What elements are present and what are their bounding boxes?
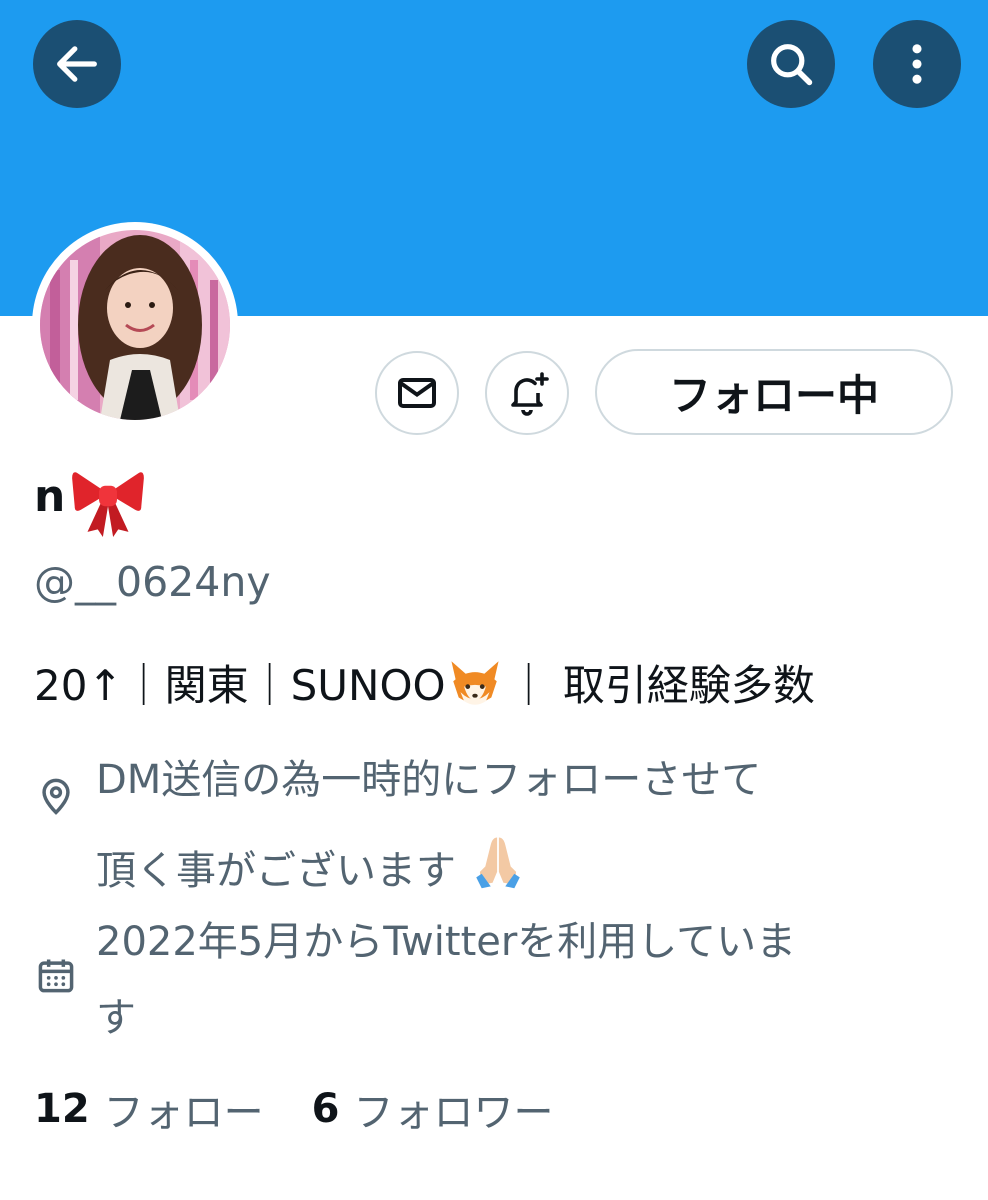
joined-row: 2022年5月からTwitterを利用していま す: [34, 914, 916, 1046]
location-text: DM送信の為一時的にフォローさせて 頂く事がございます: [96, 752, 916, 899]
joined-line-2: す: [96, 995, 136, 1041]
followers-count[interactable]: 6: [312, 1086, 340, 1132]
folded-hands-emoji: [475, 837, 520, 889]
following-button[interactable]: フォロー中: [595, 349, 953, 435]
profile-page: フォロー中 n @__0624ny 20↑｜関東｜SUNOO ｜ 取引経験多数: [0, 0, 988, 1200]
profile-photo: [40, 230, 230, 420]
location-row: DM送信の為一時的にフォローさせて 頂く事がございます: [34, 752, 916, 899]
followers-label[interactable]: フォロワー: [354, 1080, 554, 1138]
display-name-text: n: [34, 470, 66, 522]
follow-stats: 12 フォロー 6 フォロワー: [34, 1080, 602, 1138]
message-button[interactable]: [375, 351, 459, 435]
arrow-left-icon: [57, 46, 97, 82]
bell-plus-icon: [511, 372, 549, 416]
profile-handle: @__0624ny: [34, 558, 271, 606]
location-line-1: DM送信の為一時的にフォローさせて: [96, 757, 762, 803]
bio-tail-text: ｜ 取引経験多数: [507, 661, 815, 710]
location-pin-icon: [42, 778, 70, 815]
profile-bio: 20↑｜関東｜SUNOO ｜ 取引経験多数: [34, 652, 815, 713]
more-vertical-icon: [912, 44, 922, 84]
following-button-label: フォロー中: [668, 370, 879, 420]
display-name: n: [34, 455, 149, 537]
ribbon-emoji: [72, 472, 145, 537]
bio-text: 20↑｜関東｜SUNOO: [34, 661, 446, 710]
more-button[interactable]: [873, 20, 961, 108]
back-button[interactable]: [33, 20, 121, 108]
joined-text: 2022年5月からTwitterを利用していま す: [96, 914, 916, 1046]
notifications-button[interactable]: [485, 351, 569, 435]
location-line-2: 頂く事がございます: [96, 848, 456, 894]
search-icon: [771, 44, 813, 86]
following-count[interactable]: 12: [34, 1086, 90, 1132]
avatar[interactable]: [32, 222, 238, 428]
location-line-2-wrap: 頂く事がございます: [96, 832, 916, 899]
joined-line-1: 2022年5月からTwitterを利用していま: [96, 919, 797, 965]
calendar-icon: [38, 959, 74, 993]
fox-emoji: [451, 660, 499, 705]
envelope-icon: [398, 378, 436, 408]
search-button[interactable]: [747, 20, 835, 108]
following-label[interactable]: フォロー: [104, 1080, 264, 1138]
